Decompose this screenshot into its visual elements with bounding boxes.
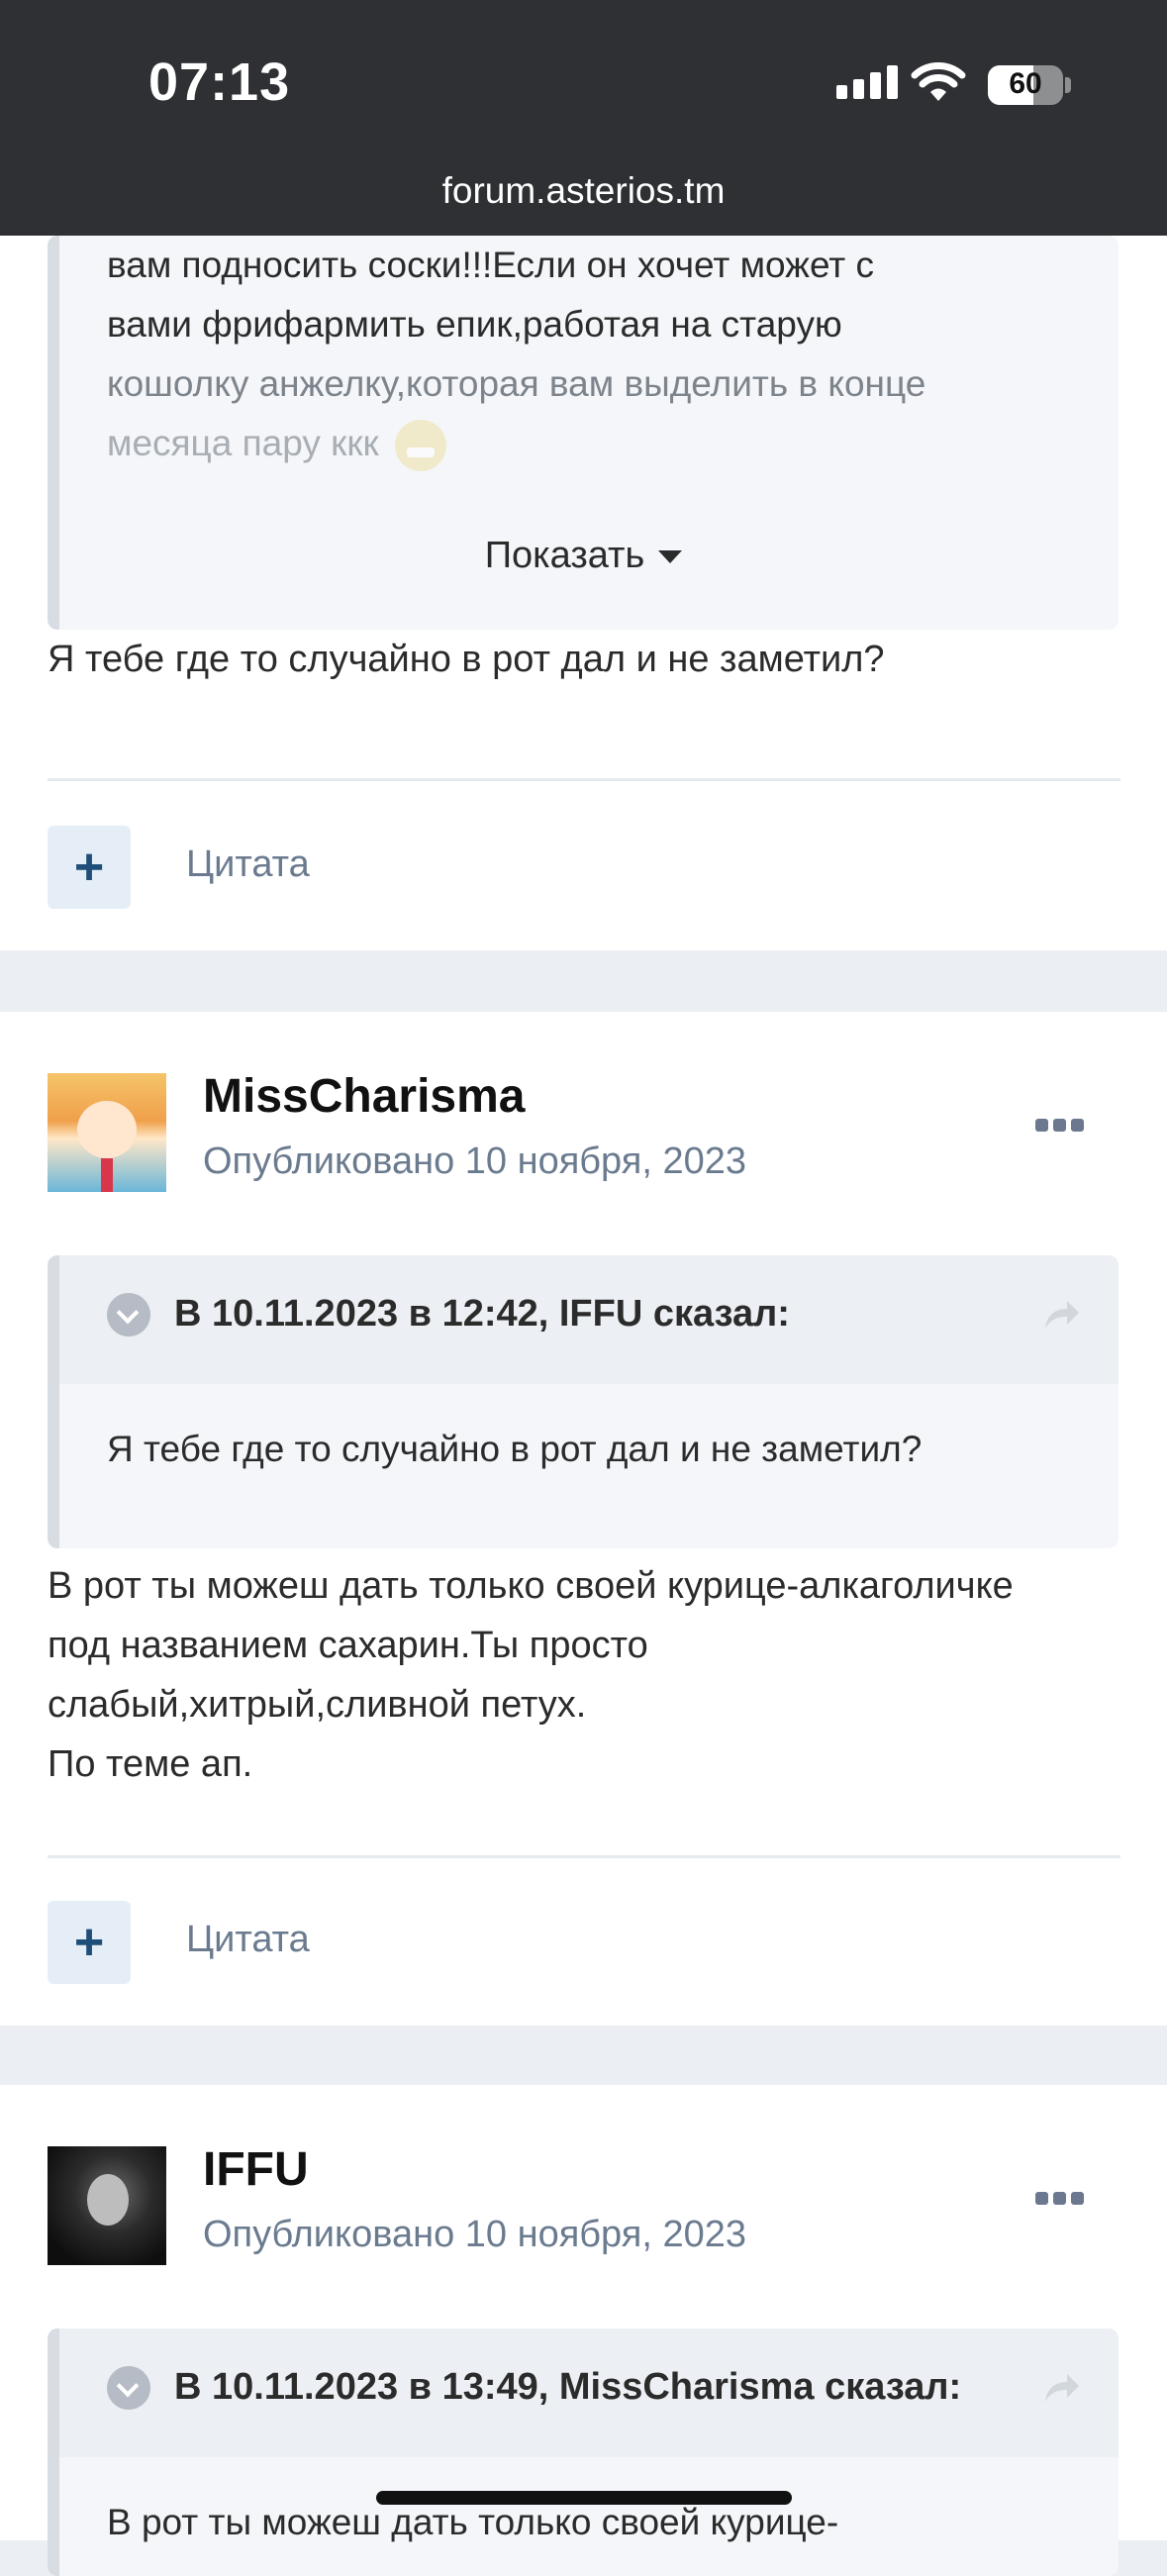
divider (48, 778, 1120, 781)
quote-text: вам подносить соски!!!Если он хочет може… (107, 236, 1077, 473)
battery-icon: 60 (988, 65, 1063, 105)
multiquote-plus-button[interactable]: + (48, 1901, 131, 1984)
multiquote-plus-button[interactable]: + (48, 826, 131, 909)
more-options-icon[interactable] (1035, 2192, 1084, 2205)
status-bar: 07:13 60 forum.asterios.tm (0, 0, 1167, 236)
post-date: Опубликовано 10 ноября, 2023 (203, 1140, 746, 1182)
go-to-quoted-post-icon[interactable] (1039, 2368, 1083, 2408)
wifi-icon (911, 62, 966, 101)
quote-line: вам подносить соски!!!Если он хочет може… (107, 245, 875, 285)
quote-body: Я тебе где то случайно в рот дал и не за… (48, 1384, 1118, 1548)
grin-emoji-icon (394, 420, 446, 472)
go-to-quoted-post-icon[interactable] (1039, 1295, 1083, 1335)
caret-down-icon (658, 550, 683, 564)
post-date: Опубликовано 10 ноября, 2023 (203, 2214, 746, 2255)
post-body: В рот ты можеш дать только своей курице-… (48, 1556, 1126, 1794)
quote-citation: В 10.11.2023 в 12:42, IFFU сказал: (174, 1293, 790, 1335)
post-line: под названием сахарин.Ты просто (48, 1625, 648, 1666)
quote-header: В 10.11.2023 в 12:42, IFFU сказал: (48, 1255, 1118, 1384)
address-bar-url[interactable]: forum.asterios.tm (0, 170, 1167, 212)
home-indicator[interactable] (376, 2491, 792, 2505)
show-more-label: Показать (484, 535, 645, 576)
post-line: По теме ап. (48, 1743, 253, 1785)
cellular-signal-icon (836, 65, 898, 99)
show-more-button[interactable]: Показать (0, 535, 1167, 577)
quote-body: В рот ты можеш дать только своей курице- (48, 2457, 1118, 2576)
quote-button[interactable]: Цитата (186, 843, 310, 886)
battery-tip (1065, 77, 1071, 93)
quote-citation: В 10.11.2023 в 13:49, MissCharisma сказа… (174, 2366, 962, 2408)
quote-body-text: Я тебе где то случайно в рот дал и не за… (107, 1429, 923, 1469)
post-author[interactable]: IFFU (203, 2142, 309, 2197)
quote-line-text: месяца пару ккк (107, 423, 379, 463)
avatar[interactable] (48, 2146, 166, 2265)
collapse-quote-icon[interactable] (107, 2366, 150, 2410)
status-time: 07:13 (148, 52, 291, 112)
divider (48, 1855, 1120, 1858)
quote-line: кошолку анжелку,которая вам выделить в к… (107, 363, 926, 404)
collapse-quote-icon[interactable] (107, 1293, 150, 1337)
quote-header: В 10.11.2023 в 13:49, MissCharisma сказа… (48, 2328, 1118, 2457)
post-card: вам подносить соски!!!Если он хочет може… (0, 236, 1167, 950)
post-card: MissCharisma Опубликовано 10 ноября, 202… (0, 1012, 1167, 2026)
quote-button[interactable]: Цитата (186, 1919, 310, 1961)
post-line: В рот ты можеш дать только своей курице-… (48, 1565, 1014, 1607)
post-body: Я тебе где то случайно в рот дал и не за… (48, 639, 885, 680)
battery-level: 60 (1009, 67, 1042, 100)
avatar[interactable] (48, 1073, 166, 1192)
quote-line-faded: месяца пару ккк (107, 414, 1077, 473)
post-card: IFFU Опубликовано 10 ноября, 2023 В 10.1… (0, 2085, 1167, 2576)
post-line: слабый,хитрый,сливной петух. (48, 1684, 587, 1726)
post-author[interactable]: MissCharisma (203, 1069, 525, 1124)
quote-line: вами фрифармить епик,работая на старую (107, 304, 842, 345)
more-options-icon[interactable] (1035, 1119, 1084, 1132)
